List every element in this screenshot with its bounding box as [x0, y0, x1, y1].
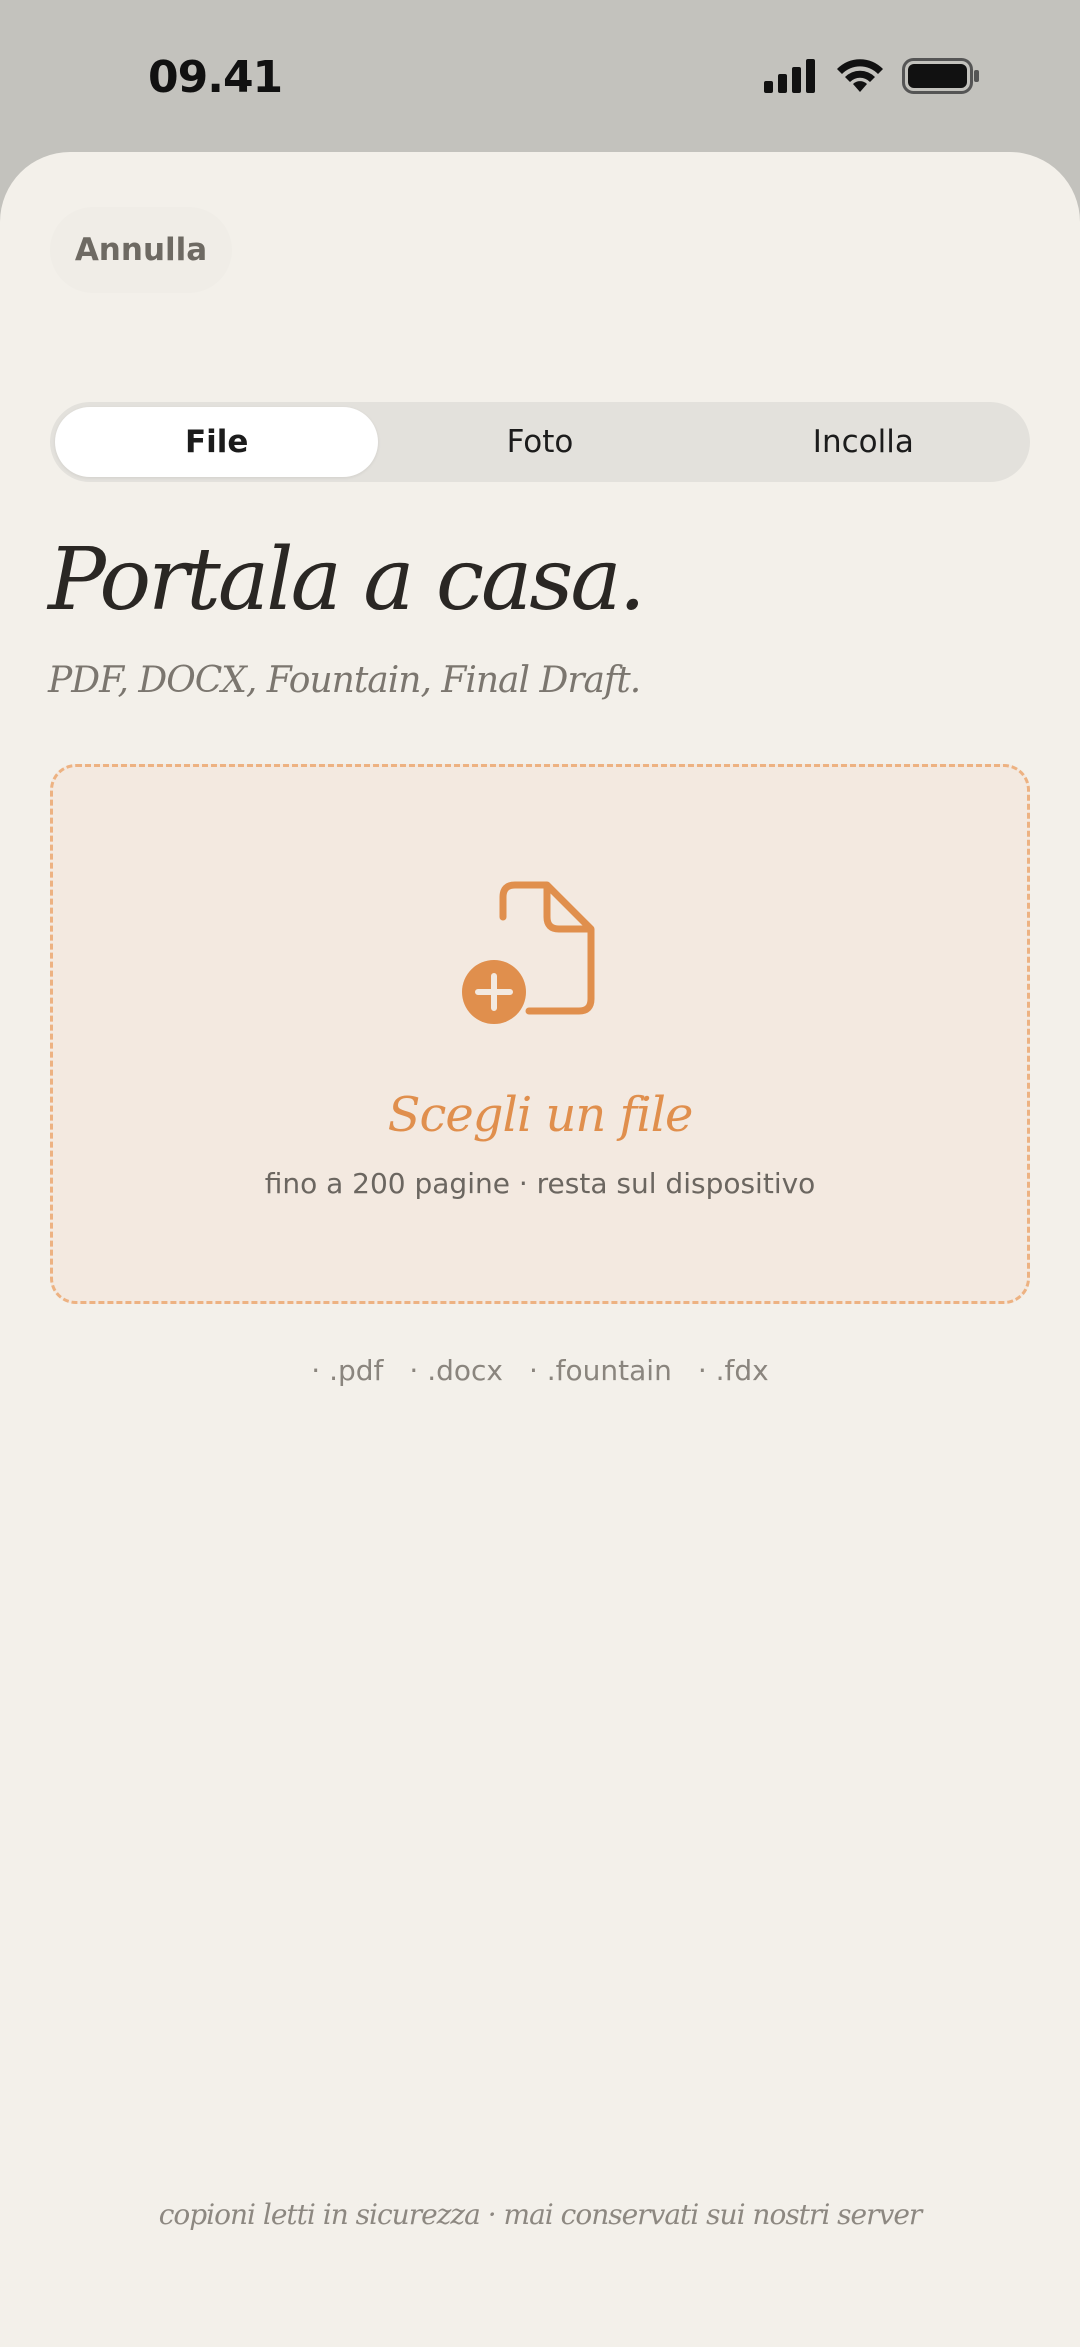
tab-paste[interactable]: Incolla — [702, 407, 1025, 477]
battery-icon — [902, 58, 979, 94]
tab-photo[interactable]: Foto — [378, 407, 701, 477]
page-subtitle: PDF, DOCX, Fountain, Final Draft. — [48, 660, 641, 701]
cellular-signal-icon — [764, 59, 815, 93]
dropzone-subtitle: fino a 200 pagine · resta sul dispositiv… — [264, 1167, 816, 1200]
status-icons — [764, 58, 980, 94]
file-add-icon — [462, 881, 595, 1024]
import-sheet: Annulla File Foto Incolla Portala a casa… — [0, 152, 1080, 2347]
status-time: 09.41 — [148, 52, 283, 103]
supported-formats: · .pdf · .docx · .fountain · .fdx — [0, 1354, 1080, 1387]
cancel-button[interactable]: Annulla — [50, 207, 232, 293]
file-dropzone[interactable]: Scegli un file fino a 200 pagine · resta… — [50, 764, 1030, 1304]
format-pdf: · .pdf — [311, 1354, 384, 1387]
source-segmented-control: File Foto Incolla — [50, 402, 1030, 482]
format-fdx: · .fdx — [697, 1354, 769, 1387]
format-fountain: · .fountain — [528, 1354, 672, 1387]
dropzone-title: Scegli un file — [387, 1087, 694, 1143]
tab-file[interactable]: File — [55, 407, 379, 477]
status-bar: 09.41 — [0, 0, 1080, 150]
page-title: Portala a casa. — [48, 530, 646, 630]
wifi-icon — [837, 59, 883, 92]
privacy-note: copioni letti in sicurezza · mai conserv… — [158, 2198, 923, 2231]
format-docx: · .docx — [409, 1354, 503, 1387]
